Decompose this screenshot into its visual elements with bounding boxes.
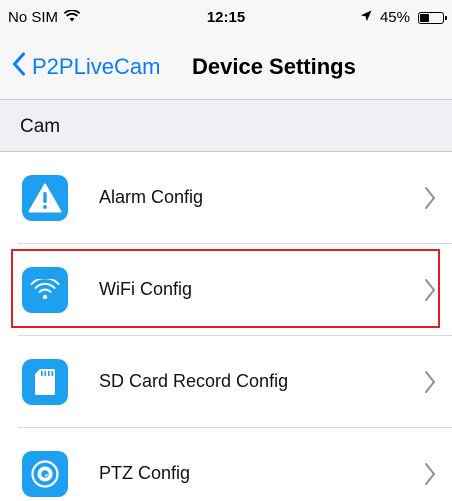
wifi-icon bbox=[22, 267, 68, 313]
row-label: PTZ Config bbox=[99, 463, 191, 483]
section-title: Cam bbox=[20, 116, 61, 137]
wifi-config-row[interactable]: WiFi Config bbox=[0, 244, 452, 336]
battery-icon bbox=[418, 11, 447, 24]
back-button[interactable]: P2PLiveCam bbox=[12, 52, 160, 82]
row-label: WiFi Config bbox=[99, 279, 193, 299]
battery-percent: 45% bbox=[379, 9, 410, 26]
page-title: Device Settings bbox=[192, 54, 356, 79]
battery-cap bbox=[445, 15, 447, 20]
navigation-bar: P2PLiveCam Device Settings bbox=[0, 34, 452, 100]
sd-card-icon bbox=[22, 359, 68, 405]
row-label: Alarm Config bbox=[99, 187, 204, 207]
row-label: SD Card Record Config bbox=[99, 371, 289, 391]
chevron-right-icon bbox=[424, 462, 436, 491]
back-button-label: P2PLiveCam bbox=[32, 54, 161, 79]
section-header: Cam bbox=[0, 100, 452, 152]
location-arrow-icon bbox=[360, 9, 372, 26]
ptz-lens-icon bbox=[22, 451, 68, 497]
status-right: 45% bbox=[360, 9, 447, 26]
device-settings-screen: No SIM 12:15 45% P2PLiveCam Device Setti… bbox=[0, 0, 452, 501]
sd-card-record-config-row[interactable]: SD Card Record Config bbox=[0, 336, 452, 428]
chevron-right-icon bbox=[424, 278, 436, 307]
chevron-left-icon bbox=[12, 52, 32, 82]
alarm-config-row[interactable]: Alarm Config bbox=[0, 152, 452, 244]
battery-fill bbox=[420, 13, 429, 22]
alert-triangle-icon bbox=[22, 175, 68, 221]
chevron-right-icon bbox=[424, 370, 436, 399]
status-bar: No SIM 12:15 45% bbox=[0, 0, 452, 34]
ptz-config-row[interactable]: PTZ Config bbox=[0, 428, 452, 501]
chevron-right-icon bbox=[424, 186, 436, 215]
